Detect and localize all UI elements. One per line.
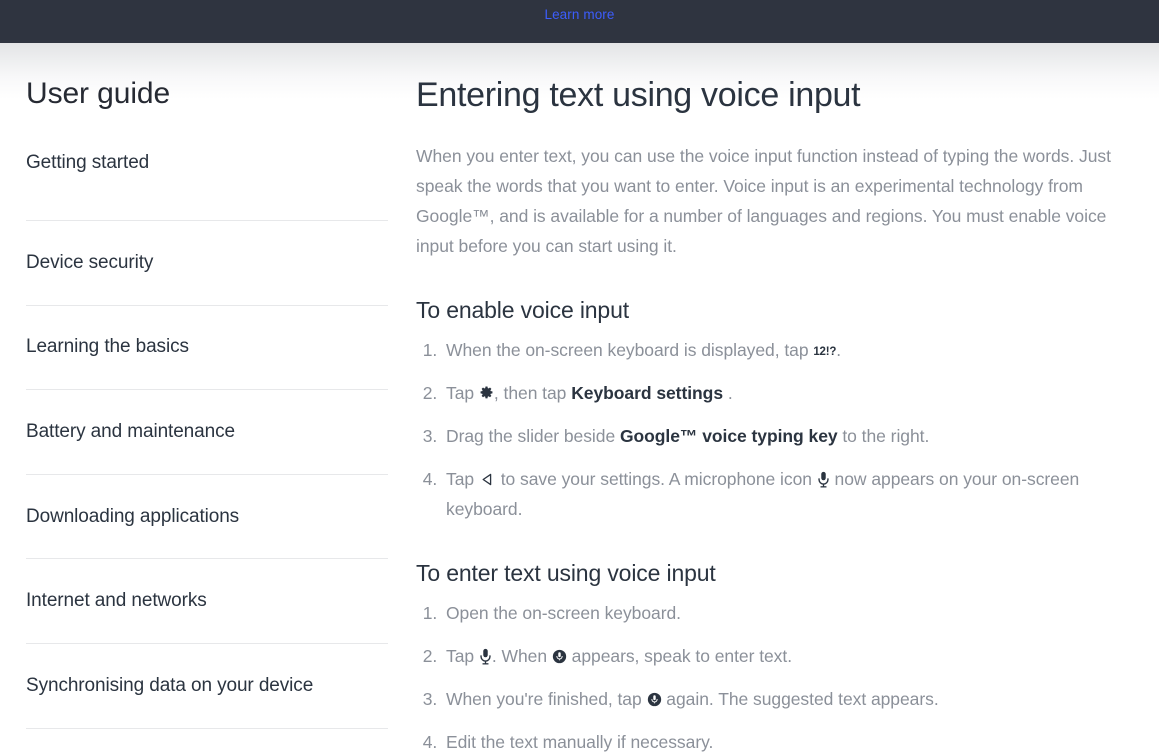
back-triangle-icon xyxy=(480,472,495,487)
steps-list-enable: When the on-screen keyboard is displayed… xyxy=(416,335,1128,524)
step-text: Tap xyxy=(446,469,479,489)
section-heading-enable-voice-input: To enable voice input xyxy=(416,295,1128,325)
sidebar-item-label[interactable]: Learning the basics xyxy=(26,335,189,359)
step-text-mid: , then tap xyxy=(494,383,571,403)
sidebar-item-label[interactable]: Getting started xyxy=(26,151,149,175)
step-bold: Google™ voice typing key xyxy=(620,426,838,446)
sidebar-item-label[interactable]: Device security xyxy=(26,251,153,275)
sidebar-item-internet-and-networks[interactable]: Internet and networks xyxy=(26,559,388,644)
page-title: Entering text using voice input xyxy=(416,43,1128,117)
sidebar-item-downloading-applications[interactable]: Downloading applications xyxy=(26,475,388,560)
step-text-tail: appears, speak to enter text. xyxy=(567,646,792,666)
step-text-tail: to the right. xyxy=(838,426,930,446)
sidebar-item-label[interactable]: Internet and networks xyxy=(26,589,207,613)
microphone-circle-icon xyxy=(552,649,567,664)
sidebar: User guide Getting started Device securi… xyxy=(0,43,388,756)
sidebar-item-label[interactable]: Downloading applications xyxy=(26,505,239,529)
step-item: Edit the text manually if necessary. xyxy=(442,727,1128,756)
step-item: Open the on-screen keyboard. xyxy=(442,598,1128,628)
step-item: Tap , then tap Keyboard settings . xyxy=(442,378,1128,408)
microphone-icon xyxy=(479,648,492,665)
section-heading-enter-text-voice-input: To enter text using voice input xyxy=(416,558,1128,588)
step-text-tail: . xyxy=(723,383,733,403)
step-text: Open the on-screen keyboard. xyxy=(446,603,681,623)
main-content: Entering text using voice input When you… xyxy=(388,43,1136,756)
sidebar-nav-list: Getting started Device security Learning… xyxy=(26,151,388,729)
step-text: Drag the slider beside xyxy=(446,426,620,446)
step-text: Tap xyxy=(446,383,479,403)
sidebar-item-learning-the-basics[interactable]: Learning the basics xyxy=(26,306,388,391)
sidebar-item-device-security[interactable]: Device security xyxy=(26,221,388,306)
step-item: When you're finished, tap again. The sug… xyxy=(442,684,1128,714)
step-item: When the on-screen keyboard is displayed… xyxy=(442,335,1128,365)
step-item: Tap . When appears, speak to enter text. xyxy=(442,641,1128,671)
top-banner: Learn more xyxy=(0,0,1159,43)
step-text-mid: to save your settings. A microphone icon xyxy=(496,469,817,489)
sidebar-item-synchronising-data[interactable]: Synchronising data on your device xyxy=(26,644,388,729)
step-text: Edit the text manually if necessary. xyxy=(446,732,713,752)
step-item: Drag the slider beside Google™ voice typ… xyxy=(442,421,1128,451)
sidebar-item-label[interactable]: Battery and maintenance xyxy=(26,420,235,444)
step-text: When you're finished, tap xyxy=(446,689,647,709)
sidebar-title: User guide xyxy=(26,43,388,111)
step-bold: Keyboard settings xyxy=(571,383,723,403)
step-text: When the on-screen keyboard is displayed… xyxy=(446,340,813,360)
sidebar-item-battery-and-maintenance[interactable]: Battery and maintenance xyxy=(26,390,388,475)
symbols-key-icon: 12!? xyxy=(813,347,836,359)
step-text: Tap xyxy=(446,646,479,666)
steps-list-enter: Open the on-screen keyboard. Tap . When … xyxy=(416,598,1128,756)
microphone-icon xyxy=(817,471,830,488)
sidebar-item-label[interactable]: Synchronising data on your device xyxy=(26,674,313,698)
step-text-tail: . xyxy=(836,340,841,360)
gear-icon xyxy=(479,386,494,401)
step-text-mid: . When xyxy=(492,646,552,666)
step-text-tail: again. The suggested text appears. xyxy=(662,689,939,709)
page-layout: User guide Getting started Device securi… xyxy=(0,43,1159,756)
page-body: User guide Getting started Device securi… xyxy=(0,43,1159,756)
intro-paragraph: When you enter text, you can use the voi… xyxy=(416,141,1128,261)
step-item: Tap to save your settings. A microphone … xyxy=(442,464,1128,524)
learn-more-link[interactable]: Learn more xyxy=(544,7,614,23)
microphone-circle-icon xyxy=(647,692,662,707)
sidebar-item-getting-started[interactable]: Getting started xyxy=(26,151,388,221)
